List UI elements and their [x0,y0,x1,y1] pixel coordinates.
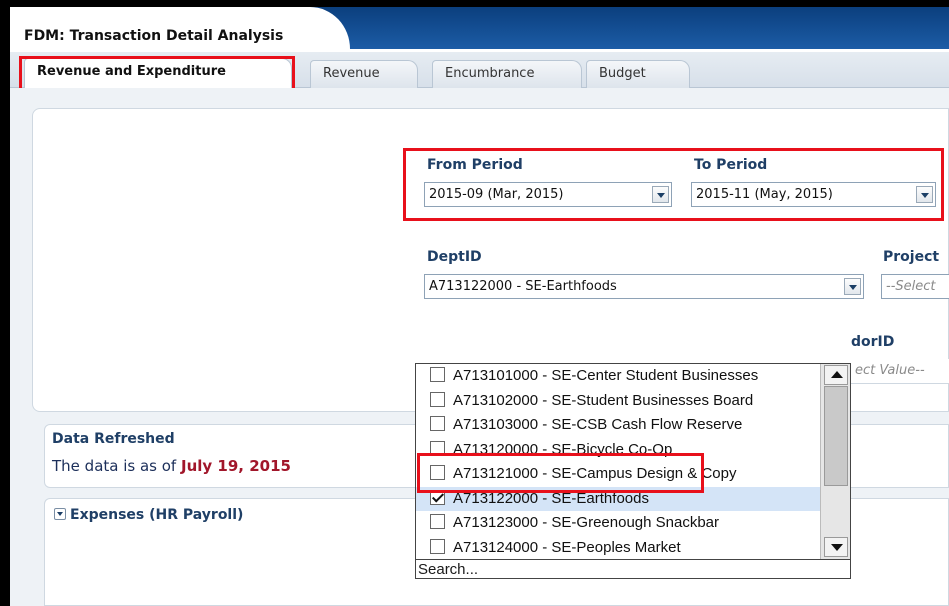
chevron-down-icon[interactable] [844,278,861,295]
dept-option[interactable]: A713101000 - SE-Center Student Businesse… [416,364,820,389]
dept-option-label: A713102000 - SE-Student Businesses Board [453,391,754,409]
app-title: FDM: Transaction Detail Analysis [24,28,284,44]
dept-option[interactable]: A713124000 - SE-Peoples Market [416,536,820,561]
window-frame-left [0,0,10,606]
data-refreshed-date: July 19, 2015 [181,457,291,475]
vendor-label: dorID [851,334,895,350]
checkbox-icon[interactable] [430,391,445,407]
window-frame-top [0,0,949,7]
tab-revenue[interactable]: Revenue [310,60,418,88]
data-refreshed-text: The data is as of July 19, 2015 [52,457,291,475]
project-placeholder: --Select [886,279,936,294]
checkbox-icon[interactable] [430,416,445,431]
scroll-down-icon[interactable] [824,537,848,557]
dept-value: A713122000 - SE-Earthfoods [429,279,617,294]
collapse-toggle-icon[interactable] [54,508,66,520]
dept-select[interactable]: A713122000 - SE-Earthfoods [424,274,864,299]
data-refreshed-prefix: The data is as of [52,457,177,475]
dept-option-label: A713124000 - SE-Peoples Market [453,538,681,556]
scroll-thumb[interactable] [824,386,848,486]
dept-option[interactable]: A713102000 - SE-Student Businesses Board [416,389,820,414]
header-banner [310,7,949,49]
vendor-placeholder: ect Value-- [855,363,925,378]
checkbox-icon[interactable] [430,514,445,529]
scroll-up-icon[interactable] [824,365,848,385]
dept-option-label: A713103000 - SE-CSB Cash Flow Reserve [453,416,743,433]
checkbox-icon[interactable] [430,538,445,554]
dropdown-search-link[interactable]: Search... [416,559,850,578]
dept-option[interactable]: A713103000 - SE-CSB Cash Flow Reserve [416,413,820,438]
vendor-select[interactable]: ect Value-- [851,359,949,384]
tab-budget[interactable]: Budget [586,60,690,88]
dept-option[interactable]: A713123000 - SE-Greenough Snackbar [416,511,820,536]
expenses-header[interactable]: Expenses (HR Payroll) [54,507,243,523]
checkbox-icon[interactable] [430,367,445,382]
dropdown-scrollbar[interactable] [820,364,850,559]
tab-highlight-box [19,56,295,92]
period-highlight-box [403,148,944,221]
selected-item-highlight-box [417,453,704,493]
expenses-title: Expenses (HR Payroll) [70,507,244,523]
dept-option-label: A713123000 - SE-Greenough Snackbar [453,514,720,531]
project-label: Project [883,249,940,265]
data-refreshed-heading: Data Refreshed [52,431,175,447]
project-select[interactable]: --Select [881,274,949,299]
dept-option-label: A713101000 - SE-Center Student Businesse… [453,367,759,384]
dept-label: DeptID [427,249,482,265]
tab-encumbrance[interactable]: Encumbrance [432,60,582,88]
